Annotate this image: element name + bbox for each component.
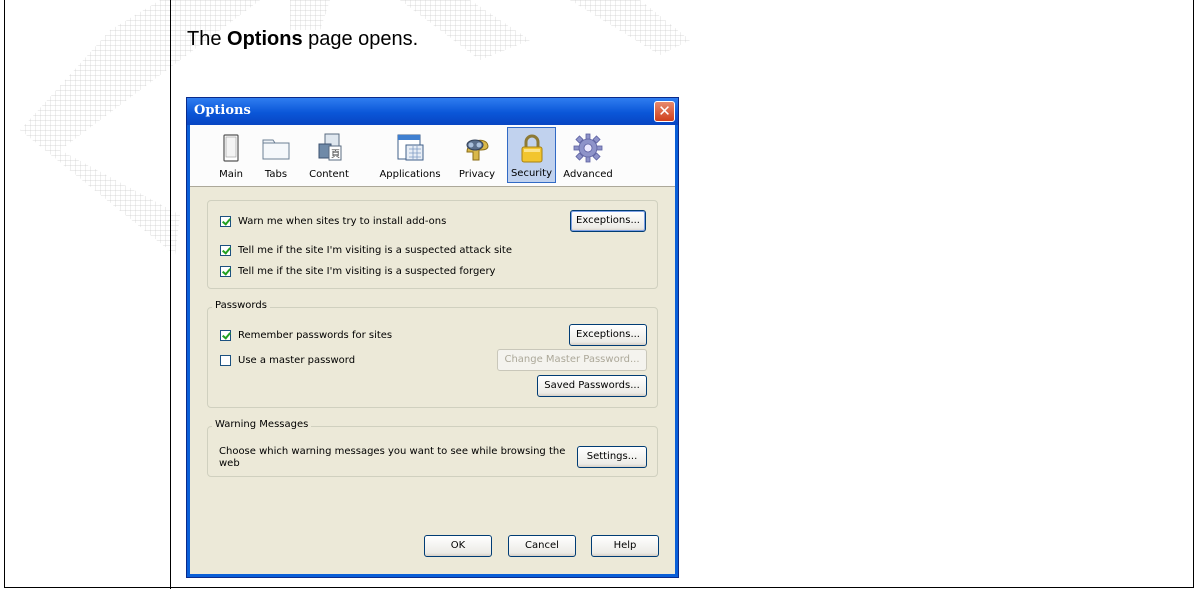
dialog-titlebar[interactable]: Options ✕ (187, 98, 678, 125)
forgery-label: Tell me if the site I'm visiting is a su… (238, 266, 496, 277)
step-description: The Options page opens. (187, 28, 419, 50)
attack-site-row[interactable]: Tell me if the site I'm visiting is a su… (220, 245, 512, 256)
forgery-row[interactable]: Tell me if the site I'm visiting is a su… (220, 266, 495, 277)
security-icon (521, 134, 542, 163)
security-checks-panel: Warn me when sites try to install add-on… (207, 200, 658, 289)
dialog-title: Options (194, 103, 251, 118)
cancel-button[interactable]: Cancel (508, 535, 576, 557)
tab-main[interactable]: Main (211, 127, 251, 183)
ok-button[interactable]: OK (424, 535, 492, 557)
passwords-legend: Passwords (212, 300, 270, 311)
svg-text:頁: 頁 (331, 149, 340, 160)
main-icon (223, 134, 239, 162)
saved-passwords-button[interactable]: Saved Passwords... (537, 375, 647, 397)
remember-passwords-label: Remember passwords for sites (238, 330, 393, 341)
addon-exceptions-button[interactable]: Exceptions... (570, 210, 646, 232)
advanced-icon (573, 133, 603, 163)
warning-messages-legend: Warning Messages (212, 419, 312, 430)
warning-messages-description: Choose which warning messages you want t… (219, 446, 566, 469)
remember-passwords-checkbox[interactable] (220, 330, 231, 341)
close-button[interactable]: ✕ (654, 101, 675, 122)
tabs-icon (262, 139, 290, 160)
step-emphasis: Options (227, 28, 303, 50)
help-button[interactable]: Help (591, 535, 659, 557)
tab-privacy[interactable]: Privacy (455, 127, 499, 183)
attack-site-label: Tell me if the site I'm visiting is a su… (238, 245, 512, 256)
tab-tabs[interactable]: Tabs (256, 127, 296, 183)
content-icon: 頁 (318, 133, 342, 161)
master-password-row[interactable]: Use a master password (220, 355, 355, 366)
passwords-panel: Passwords Remember passwords for sites E… (207, 300, 658, 408)
dialog-client-area: Main Tabs 頁 Content Applications Privacy… (190, 125, 675, 574)
warning-messages-panel: Warning Messages Choose which warning me… (207, 419, 658, 477)
forgery-checkbox[interactable] (220, 266, 231, 277)
master-password-label: Use a master password (238, 355, 356, 366)
tab-applications[interactable]: Applications (378, 127, 442, 183)
applications-icon (397, 134, 424, 161)
privacy-icon (466, 139, 489, 161)
close-icon: ✕ (658, 102, 671, 120)
tab-advanced[interactable]: Advanced (562, 127, 614, 183)
change-master-password-button[interactable]: Change Master Password... (497, 349, 647, 371)
options-dialog: Options ✕ Main Tabs 頁 Content Applicatio… (186, 97, 679, 578)
warn-addons-checkbox[interactable] (220, 216, 231, 227)
warning-settings-button[interactable]: Settings... (577, 446, 647, 468)
tab-security[interactable]: Security (507, 127, 556, 183)
warn-addons-row[interactable]: Warn me when sites try to install add-on… (220, 216, 446, 227)
password-exceptions-button[interactable]: Exceptions... (569, 324, 647, 346)
warn-addons-label: Warn me when sites try to install add-on… (238, 216, 447, 227)
options-toolbar: Main Tabs 頁 Content Applications Privacy… (190, 125, 675, 187)
tab-content[interactable]: 頁 Content (304, 127, 354, 183)
remember-passwords-row[interactable]: Remember passwords for sites (220, 330, 392, 341)
table-column-divider (170, 0, 171, 589)
master-password-checkbox[interactable] (220, 355, 231, 366)
attack-site-checkbox[interactable] (220, 245, 231, 256)
